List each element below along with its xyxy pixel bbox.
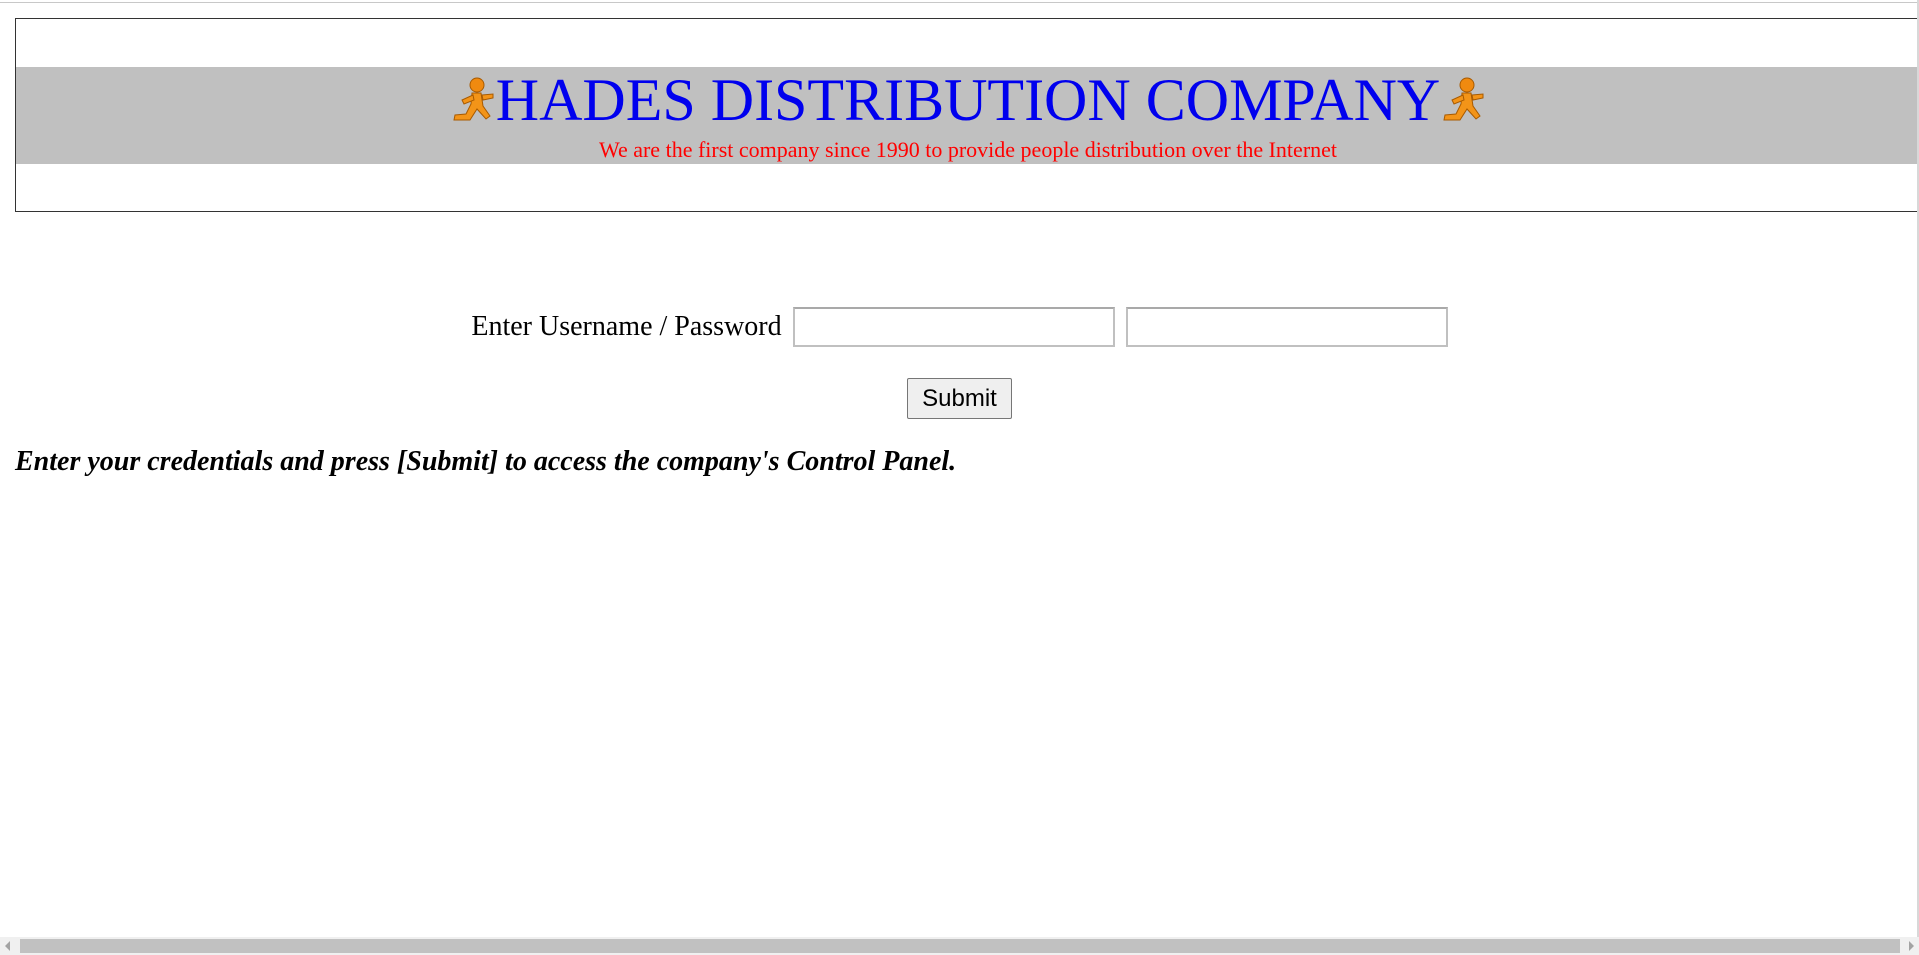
scroll-left-icon[interactable] [5,941,10,951]
submit-button[interactable]: Submit [907,378,1012,419]
submit-container: Submit [0,378,1919,419]
running-man-icon [453,77,494,121]
credentials-label: Enter Username / Password [471,311,782,342]
top-border-line [0,2,1919,3]
login-form: Enter Username / Password [0,307,1919,347]
horizontal-scrollbar[interactable] [0,937,1919,955]
scrollbar-thumb[interactable] [20,939,1900,953]
username-input[interactable] [792,307,1115,347]
page-subtitle: We are the first company since 1990 to p… [598,137,1338,162]
running-man-icon [1443,77,1484,121]
instructions-text: Enter your credentials and press [Submit… [15,446,957,477]
scroll-right-icon[interactable] [1909,941,1914,951]
header-banner: HADES DISTRIBUTION COMPANY We are the fi… [15,18,1919,212]
header-title-row: HADES DISTRIBUTION COMPANY [16,70,1919,130]
password-input[interactable] [1125,307,1448,347]
page-title: HADES DISTRIBUTION COMPANY [495,67,1441,133]
